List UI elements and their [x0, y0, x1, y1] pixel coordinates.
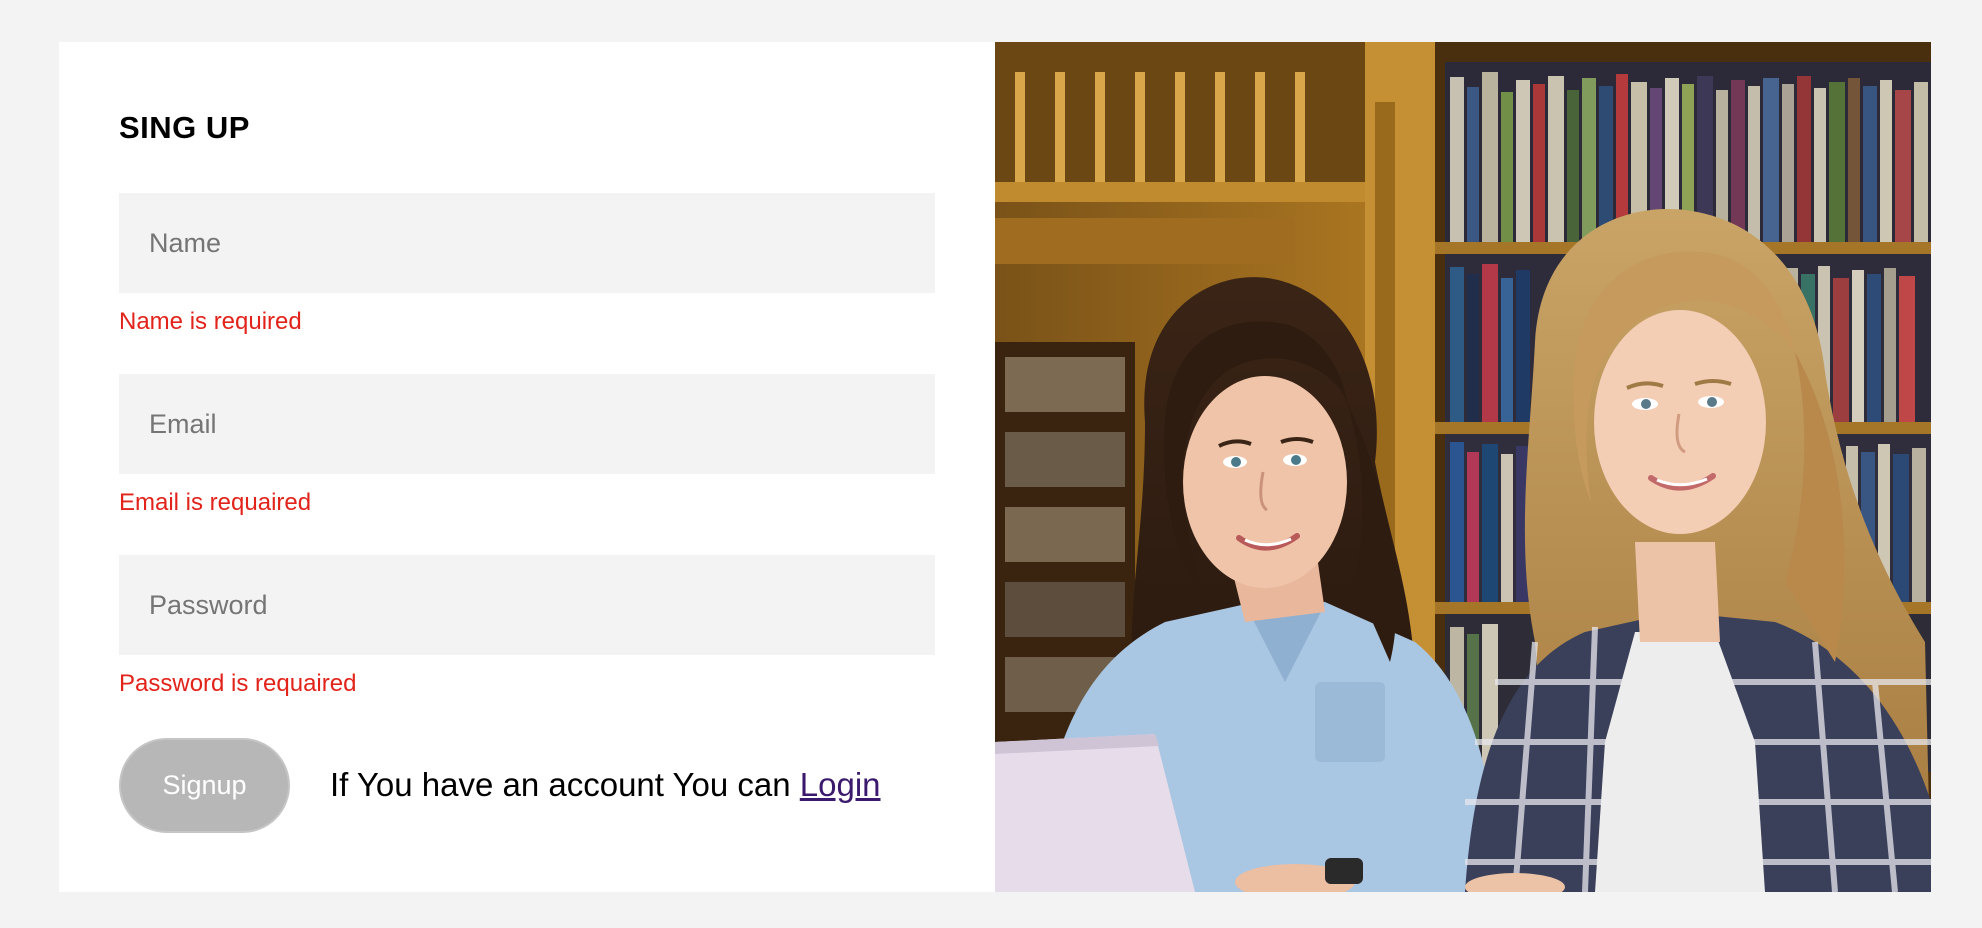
email-error: Email is requaired	[119, 489, 312, 516]
signup-button[interactable]: Signup	[119, 738, 290, 833]
name-input[interactable]	[119, 193, 935, 293]
students-library-photo-icon	[995, 42, 1931, 892]
login-prompt-text: If You have an account You can	[330, 766, 791, 803]
form-title: SING UP	[119, 110, 250, 145]
login-prompt: If You have an account You can Login	[330, 766, 881, 804]
hero-photo	[995, 42, 1931, 892]
email-input[interactable]	[119, 374, 935, 474]
login-link[interactable]: Login	[800, 766, 881, 803]
signup-card: SING UP Name is required Email is requai…	[59, 42, 1931, 892]
name-error: Name is required	[119, 308, 302, 335]
signup-form: SING UP Name is required Email is requai…	[59, 42, 995, 892]
password-input[interactable]	[119, 555, 935, 655]
password-error: Password is requaired	[119, 670, 357, 697]
